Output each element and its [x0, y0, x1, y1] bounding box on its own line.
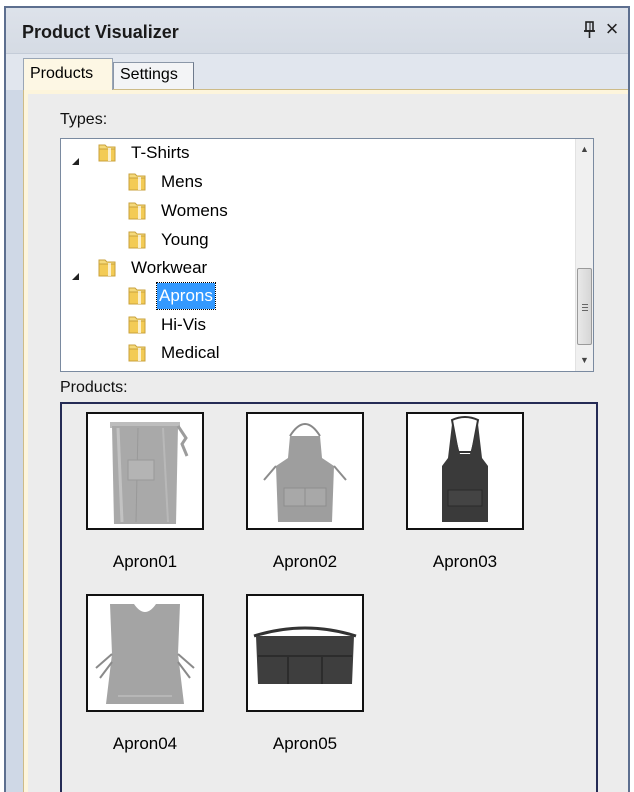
tree-label[interactable]: Mens: [159, 168, 205, 196]
pin-icon[interactable]: [582, 20, 598, 40]
folder-icon: [127, 200, 147, 222]
tree-label[interactable]: Young: [159, 226, 211, 254]
product-name: Apron05: [272, 734, 338, 753]
product-item[interactable]: Apron05: [222, 586, 364, 766]
tree-label[interactable]: Workwear: [129, 254, 209, 282]
tree-label[interactable]: Hi-Vis: [159, 311, 208, 339]
waist-apron-image: [86, 412, 204, 530]
halter-apron-image: [406, 412, 524, 530]
scroll-up-arrow-icon[interactable]: ▲: [576, 141, 593, 158]
folder-icon: [127, 285, 147, 307]
products-tab-content: Types: T-Shirts Mens Womens Young Workwe…: [23, 89, 628, 792]
tree-node-womens[interactable]: Womens: [61, 197, 571, 225]
tab-settings[interactable]: Settings: [113, 62, 194, 89]
tree-node-tshirts[interactable]: T-Shirts: [61, 139, 571, 167]
scroll-thumb[interactable]: [577, 268, 592, 345]
product-name: Apron02: [272, 552, 338, 571]
scroll-down-arrow-icon[interactable]: ▼: [576, 352, 593, 369]
tab-products[interactable]: Products: [23, 58, 113, 90]
tree-node-mens[interactable]: Mens: [61, 168, 571, 196]
product-item[interactable]: Apron02: [222, 404, 364, 584]
product-item[interactable]: Apron03: [382, 404, 524, 584]
tree-node-workwear[interactable]: Workwear: [61, 254, 571, 282]
product-item[interactable]: Apron04: [62, 586, 204, 766]
folder-icon: [97, 257, 117, 279]
folder-icon: [127, 171, 147, 193]
product-name: Apron04: [112, 734, 178, 753]
tab-strip: Products Settings: [6, 54, 628, 90]
tabard-apron-image: [86, 594, 204, 712]
tree-label[interactable]: Medical: [159, 339, 222, 367]
tree-node-young[interactable]: Young: [61, 226, 571, 254]
products-list[interactable]: Apron01 Apron02 Apron03 Apron04 Apron05: [60, 402, 598, 792]
short-waist-apron-image: [246, 594, 364, 712]
product-name: Apron01: [112, 552, 178, 571]
tree-node-hivis[interactable]: Hi-Vis: [61, 311, 571, 339]
folder-icon: [127, 314, 147, 336]
tree-label-selected[interactable]: Aprons: [156, 282, 216, 310]
tree-node-medical[interactable]: Medical: [61, 339, 571, 367]
content-area: Types: T-Shirts Mens Womens Young Workwe…: [28, 94, 628, 792]
panel-title: Product Visualizer: [22, 22, 179, 42]
expanded-triangle-icon[interactable]: [71, 148, 81, 165]
tree-vertical-scrollbar[interactable]: ▲ ▼: [575, 139, 593, 371]
products-label: Products:: [60, 379, 128, 396]
bib-apron-image: [246, 412, 364, 530]
expanded-triangle-icon[interactable]: [71, 263, 81, 280]
types-tree[interactable]: T-Shirts Mens Womens Young Workwear Apro…: [60, 138, 594, 372]
types-label: Types:: [60, 111, 108, 128]
folder-icon: [127, 229, 147, 251]
tree-label[interactable]: Womens: [159, 197, 230, 225]
panel-titlebar[interactable]: Product Visualizer ×: [6, 8, 628, 54]
close-icon[interactable]: ×: [602, 17, 622, 41]
folder-icon: [97, 142, 117, 164]
tree-node-aprons[interactable]: Aprons: [61, 282, 571, 310]
product-item[interactable]: Apron01: [62, 404, 204, 584]
product-visualizer-panel: Product Visualizer × Products Settings T…: [4, 6, 630, 792]
tree-label[interactable]: T-Shirts: [129, 139, 192, 167]
product-name: Apron03: [432, 552, 498, 571]
folder-icon: [127, 342, 147, 364]
